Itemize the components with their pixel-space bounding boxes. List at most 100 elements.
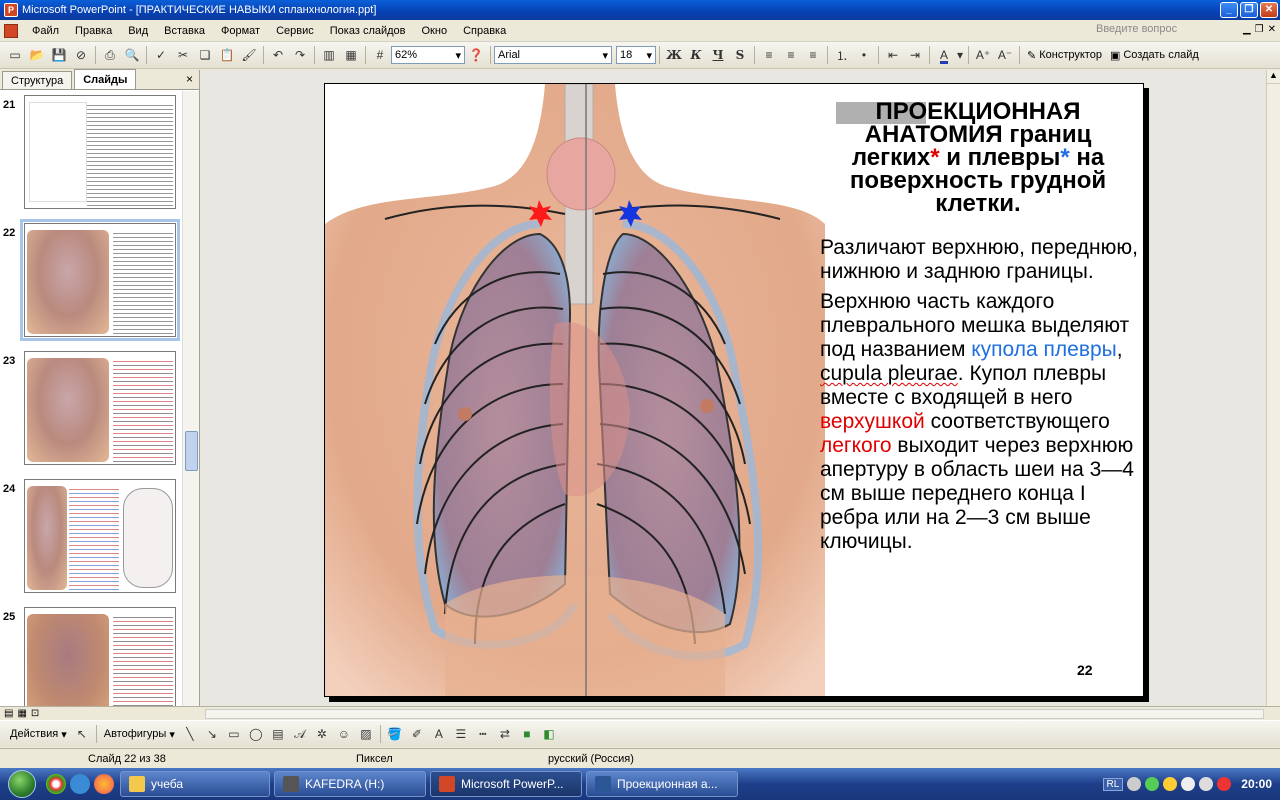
scroll-up-icon[interactable]: ▲: [1267, 70, 1280, 84]
undo-icon[interactable]: ↶: [267, 44, 289, 66]
slide-body-text[interactable]: Различают верхнюю, переднюю, нижнюю и за…: [820, 236, 1138, 560]
slide-canvas[interactable]: ПРОЕКЦИОННАЯ АНАТОМИЯ границ легких* и п…: [324, 83, 1144, 697]
align-left-icon[interactable]: ≡: [758, 44, 780, 66]
bullets-icon[interactable]: •: [853, 44, 875, 66]
new-slide-button[interactable]: ▣ Создать слайд: [1106, 44, 1203, 66]
rectangle-icon[interactable]: ▭: [223, 723, 245, 745]
decrease-indent-icon[interactable]: ⇤: [882, 44, 904, 66]
scrollbar-thumb[interactable]: [185, 431, 198, 471]
3d-style-icon[interactable]: ◧: [538, 723, 560, 745]
italic-button[interactable]: К: [685, 44, 707, 66]
thumbnail-scrollbar[interactable]: [182, 91, 199, 706]
cut-icon[interactable]: ✂: [172, 44, 194, 66]
zoom-combo[interactable]: 62% ▾: [391, 46, 465, 64]
tray-alert-icon[interactable]: [1217, 777, 1232, 791]
numbering-icon[interactable]: ⒈: [831, 44, 853, 66]
actions-menu-button[interactable]: Действия ▾: [6, 723, 71, 745]
minimize-button[interactable]: _: [1220, 2, 1238, 18]
picture-icon[interactable]: ▨: [355, 723, 377, 745]
slide-thumbnail-23[interactable]: 23: [0, 351, 182, 469]
normal-view-icon[interactable]: ▤: [4, 708, 13, 719]
menu-help[interactable]: Справка: [455, 25, 514, 37]
maxthon-icon[interactable]: [70, 774, 90, 794]
doc-minimize-icon[interactable]: ▁: [1243, 24, 1251, 35]
shadow-button[interactable]: S: [729, 44, 751, 66]
tray-volume-icon[interactable]: [1199, 777, 1214, 791]
decrease-font-icon[interactable]: A⁻: [994, 44, 1016, 66]
doc-restore-icon[interactable]: ❐: [1255, 24, 1264, 35]
new-icon[interactable]: ▭: [4, 44, 26, 66]
bold-button[interactable]: Ж: [663, 44, 685, 66]
shadow-style-icon[interactable]: ■: [516, 723, 538, 745]
task-kafedra-drive[interactable]: KAFEDRA (H:): [274, 771, 426, 797]
print-preview-icon[interactable]: 🔍: [121, 44, 143, 66]
firefox-icon[interactable]: [94, 774, 114, 794]
slide-thumbnail-24[interactable]: 24: [0, 479, 182, 597]
insert-table-icon[interactable]: ▦: [340, 44, 362, 66]
font-color-icon[interactable]: A: [933, 44, 955, 66]
arrow-icon[interactable]: ↘: [201, 723, 223, 745]
spelling-icon[interactable]: ✓: [150, 44, 172, 66]
open-icon[interactable]: 📂: [26, 44, 48, 66]
tray-chevron-icon[interactable]: [1127, 777, 1142, 791]
increase-indent-icon[interactable]: ⇥: [904, 44, 926, 66]
autoshapes-menu-button[interactable]: Автофигуры ▾: [100, 723, 179, 745]
diagram-icon[interactable]: ✲: [311, 723, 333, 745]
doc-close-icon[interactable]: ✕: [1268, 24, 1276, 35]
underline-button[interactable]: Ч: [707, 44, 729, 66]
input-language-indicator[interactable]: RL: [1102, 777, 1124, 791]
print-icon[interactable]: ⎙: [99, 44, 121, 66]
redo-icon[interactable]: ↷: [289, 44, 311, 66]
task-folder-study[interactable]: учеба: [120, 771, 270, 797]
wordart-icon[interactable]: 𝒜: [289, 723, 311, 745]
thumbnail-preview[interactable]: [24, 351, 176, 465]
help-question-input[interactable]: Введите вопрос: [1092, 23, 1210, 39]
task-projection-doc[interactable]: Проекционная а...: [586, 771, 738, 797]
save-icon[interactable]: 💾: [48, 44, 70, 66]
menu-view[interactable]: Вид: [120, 25, 156, 37]
document-icon[interactable]: [4, 23, 18, 38]
thumbnail-preview[interactable]: [20, 219, 180, 341]
slideshow-view-icon[interactable]: ⊡: [31, 708, 39, 719]
menu-window[interactable]: Окно: [414, 25, 456, 37]
paste-icon[interactable]: 📋: [216, 44, 238, 66]
help-icon[interactable]: ❓: [465, 44, 487, 66]
menu-file[interactable]: Файл: [24, 25, 67, 37]
font-color-drawing-icon[interactable]: A: [428, 723, 450, 745]
increase-font-icon[interactable]: A⁺: [972, 44, 994, 66]
thumbnail-preview[interactable]: [24, 479, 176, 593]
start-button[interactable]: [0, 768, 44, 800]
tray-network-icon[interactable]: [1181, 777, 1196, 791]
select-pointer-icon[interactable]: ↖: [71, 723, 93, 745]
designer-button[interactable]: ✎ Конструктор: [1023, 44, 1106, 66]
maximize-button[interactable]: ❐: [1240, 2, 1258, 18]
menu-format[interactable]: Формат: [213, 25, 268, 37]
font-size-combo[interactable]: 18 ▾: [616, 46, 656, 64]
clipart-icon[interactable]: ☺: [333, 723, 355, 745]
tray-app-icon[interactable]: [1145, 777, 1160, 791]
grid-icon[interactable]: #: [369, 44, 391, 66]
close-pane-icon[interactable]: ×: [186, 72, 193, 86]
tab-slides[interactable]: Слайды: [74, 69, 137, 89]
powerpoint-app-icon[interactable]: P: [4, 3, 18, 17]
close-button[interactable]: ✕: [1260, 2, 1278, 18]
arrow-style-icon[interactable]: ⇄: [494, 723, 516, 745]
chevron-down-icon[interactable]: ▾: [955, 44, 965, 66]
slide-thumbnail-21[interactable]: 21: [0, 95, 182, 213]
slide-thumbnail-25[interactable]: 25: [0, 607, 182, 706]
thumbnail-preview[interactable]: [24, 95, 176, 209]
tab-outline[interactable]: Структура: [2, 71, 73, 89]
align-right-icon[interactable]: ≡: [802, 44, 824, 66]
horizontal-scrollbar[interactable]: [205, 709, 1264, 719]
line-icon[interactable]: ╲: [179, 723, 201, 745]
format-painter-icon[interactable]: 🖌: [238, 44, 260, 66]
slide-title[interactable]: ПРОЕКЦИОННАЯ АНАТОМИЯ границ легких* и п…: [828, 100, 1128, 216]
textbox-icon[interactable]: ▤: [267, 723, 289, 745]
font-name-combo[interactable]: Arial ▾: [494, 46, 612, 64]
menu-slideshow[interactable]: Показ слайдов: [322, 25, 414, 37]
chrome-icon[interactable]: [46, 774, 66, 794]
permission-icon[interactable]: ⊘: [70, 44, 92, 66]
copy-icon[interactable]: ❏: [194, 44, 216, 66]
line-color-icon[interactable]: ✐: [406, 723, 428, 745]
menu-insert[interactable]: Вставка: [156, 25, 213, 37]
